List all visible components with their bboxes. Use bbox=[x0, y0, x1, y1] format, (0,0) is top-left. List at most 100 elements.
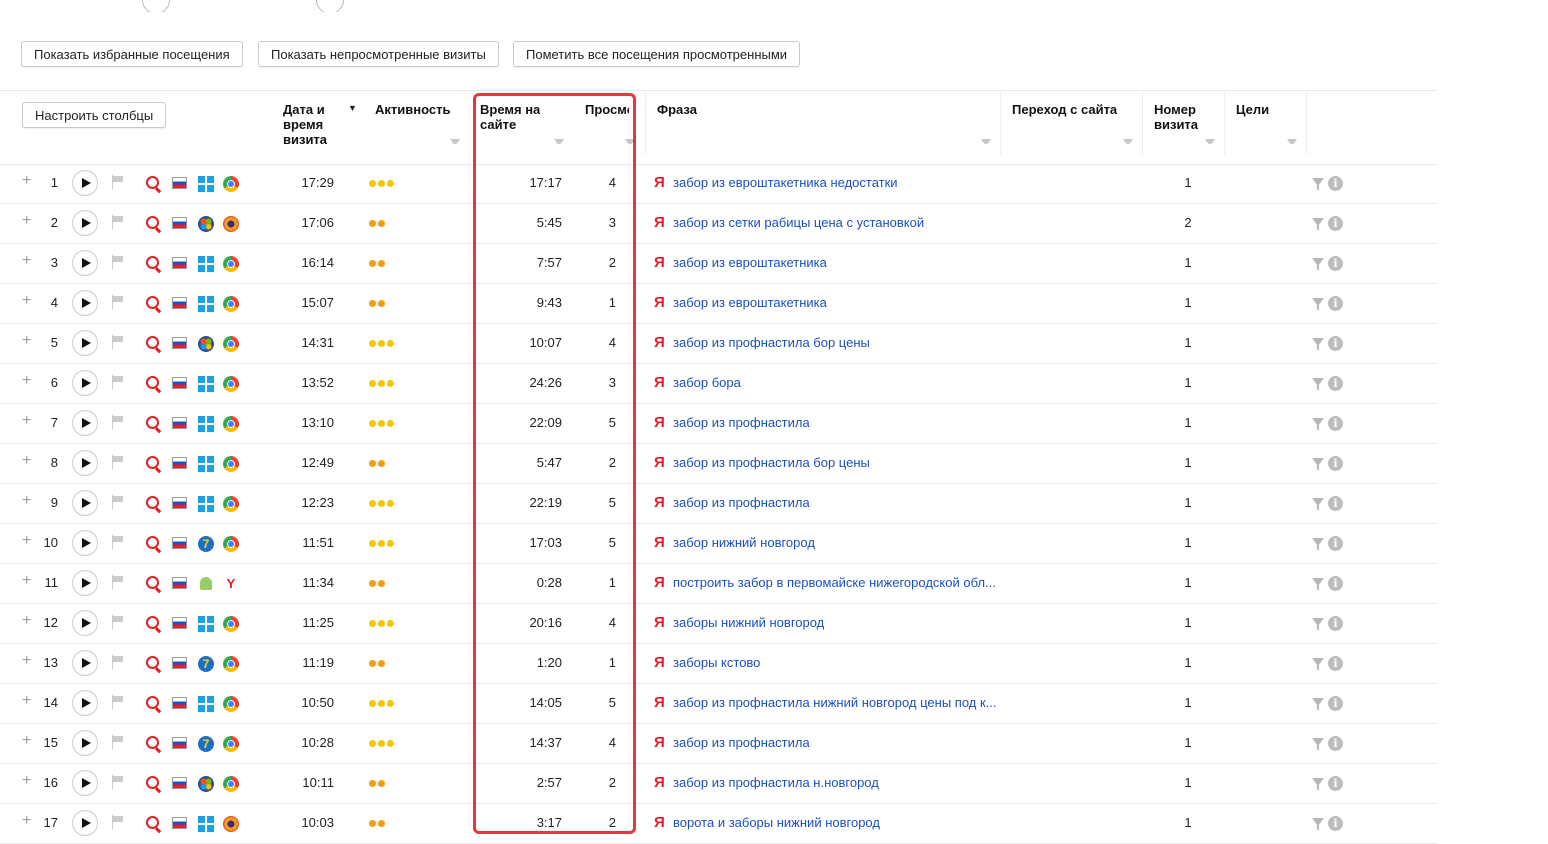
play-icon[interactable] bbox=[72, 410, 98, 436]
play-icon[interactable] bbox=[72, 610, 98, 636]
table-row[interactable]: +15 7 10:28 14:37 4 Язабор из профнастила 1 i bbox=[0, 724, 1437, 764]
play-icon[interactable] bbox=[72, 290, 98, 316]
play-icon[interactable] bbox=[72, 250, 98, 276]
table-row[interactable]: +10 7 11:51 17:03 5 Язабор нижний новгород 1 i bbox=[0, 524, 1437, 564]
row-filter-icon[interactable] bbox=[1312, 618, 1324, 630]
flag-icon[interactable] bbox=[112, 815, 125, 829]
info-icon[interactable]: i bbox=[1328, 696, 1343, 711]
column-header-duration[interactable]: Время на сайте bbox=[480, 102, 540, 132]
show-unviewed-button[interactable]: Показать непросмотренные визиты bbox=[258, 41, 499, 67]
flag-icon[interactable] bbox=[112, 415, 125, 429]
flag-icon[interactable] bbox=[112, 255, 125, 269]
sort-desc-icon[interactable]: ▼ bbox=[348, 103, 357, 113]
table-row[interactable]: +16 10:11 2:57 2 Язабор из профнастила н.нов… bbox=[0, 764, 1437, 804]
row-filter-icon[interactable] bbox=[1312, 458, 1324, 470]
column-header-views[interactable]: Просмотры bbox=[585, 102, 629, 117]
expand-row-icon[interactable]: + bbox=[22, 252, 31, 270]
mark-all-viewed-button[interactable]: Пометить все посещения просмотренными bbox=[513, 41, 801, 67]
search-phrase-link[interactable]: забор из профнастила bbox=[673, 415, 1001, 430]
table-row[interactable]: +14 10:50 14:05 5 Язабор из профнастила нижн… bbox=[0, 684, 1437, 724]
row-filter-icon[interactable] bbox=[1312, 418, 1324, 430]
play-icon[interactable] bbox=[72, 730, 98, 756]
play-icon[interactable] bbox=[72, 570, 98, 596]
column-header-phrase[interactable]: Фраза bbox=[657, 102, 697, 117]
table-row[interactable]: +7 13:10 22:09 5 Язабор из профнастила 1 i bbox=[0, 404, 1437, 444]
expand-row-icon[interactable]: + bbox=[22, 812, 31, 830]
expand-row-icon[interactable]: + bbox=[22, 732, 31, 750]
expand-row-icon[interactable]: + bbox=[22, 412, 31, 430]
expand-row-icon[interactable]: + bbox=[22, 492, 31, 510]
expand-row-icon[interactable]: + bbox=[22, 172, 31, 190]
search-phrase-link[interactable]: забор из профнастила bbox=[673, 495, 1001, 510]
play-icon[interactable] bbox=[72, 370, 98, 396]
info-icon[interactable]: i bbox=[1328, 776, 1343, 791]
search-phrase-link[interactable]: забор из профнастила бор цены bbox=[673, 335, 1001, 350]
info-icon[interactable]: i bbox=[1328, 256, 1343, 271]
row-filter-icon[interactable] bbox=[1312, 298, 1324, 310]
expand-row-icon[interactable]: + bbox=[22, 692, 31, 710]
info-icon[interactable]: i bbox=[1328, 416, 1343, 431]
filter-icon[interactable] bbox=[450, 139, 460, 149]
table-row[interactable]: +4 15:07 9:43 1 Язабор из евроштакетника 1 i bbox=[0, 284, 1437, 324]
filter-icon[interactable] bbox=[1287, 139, 1297, 149]
expand-row-icon[interactable]: + bbox=[22, 532, 31, 550]
expand-row-icon[interactable]: + bbox=[22, 572, 31, 590]
info-icon[interactable]: i bbox=[1328, 376, 1343, 391]
info-icon[interactable]: i bbox=[1328, 656, 1343, 671]
show-favorites-button[interactable]: Показать избранные посещения bbox=[21, 41, 243, 67]
column-header-referrer[interactable]: Переход с сайта bbox=[1012, 102, 1117, 117]
flag-icon[interactable] bbox=[112, 655, 125, 669]
expand-row-icon[interactable]: + bbox=[22, 452, 31, 470]
flag-icon[interactable] bbox=[112, 495, 125, 509]
info-icon[interactable]: i bbox=[1328, 456, 1343, 471]
cut-off-circle-button[interactable] bbox=[142, 0, 170, 12]
filter-icon[interactable] bbox=[981, 139, 991, 149]
flag-icon[interactable] bbox=[112, 455, 125, 469]
table-row[interactable]: +6 13:52 24:26 3 Язабор бора 1 i bbox=[0, 364, 1437, 404]
play-icon[interactable] bbox=[72, 450, 98, 476]
search-phrase-link[interactable]: забор из профнастила нижний новгород цен… bbox=[673, 695, 1001, 710]
search-phrase-link[interactable]: забор из профнастила bbox=[673, 735, 1001, 750]
column-header-goals[interactable]: Цели bbox=[1236, 102, 1269, 117]
row-filter-icon[interactable] bbox=[1312, 578, 1324, 590]
play-icon[interactable] bbox=[72, 170, 98, 196]
table-row[interactable]: +12 11:25 20:16 4 Язаборы нижний новгород 1 i bbox=[0, 604, 1437, 644]
expand-row-icon[interactable]: + bbox=[22, 212, 31, 230]
row-filter-icon[interactable] bbox=[1312, 698, 1324, 710]
flag-icon[interactable] bbox=[112, 575, 125, 589]
row-filter-icon[interactable] bbox=[1312, 338, 1324, 350]
play-icon[interactable] bbox=[72, 530, 98, 556]
search-phrase-link[interactable]: забор бора bbox=[673, 375, 1001, 390]
table-row[interactable]: +9 12:23 22:19 5 Язабор из профнастила 1 i bbox=[0, 484, 1437, 524]
search-phrase-link[interactable]: забор из евроштакетника bbox=[673, 255, 1001, 270]
table-row[interactable]: +2 17:06 5:45 3 Язабор из сетки рабицы цена … bbox=[0, 204, 1437, 244]
table-row[interactable]: +5 14:31 10:07 4 Язабор из профнастила бор ц… bbox=[0, 324, 1437, 364]
expand-row-icon[interactable]: + bbox=[22, 332, 31, 350]
filter-icon[interactable] bbox=[1123, 139, 1133, 149]
flag-icon[interactable] bbox=[112, 695, 125, 709]
search-phrase-link[interactable]: забор нижний новгород bbox=[673, 535, 1001, 550]
info-icon[interactable]: i bbox=[1328, 496, 1343, 511]
flag-icon[interactable] bbox=[112, 175, 125, 189]
row-filter-icon[interactable] bbox=[1312, 218, 1324, 230]
row-filter-icon[interactable] bbox=[1312, 378, 1324, 390]
expand-row-icon[interactable]: + bbox=[22, 612, 31, 630]
expand-row-icon[interactable]: + bbox=[22, 652, 31, 670]
search-phrase-link[interactable]: забор из евроштакетника bbox=[673, 295, 1001, 310]
search-phrase-link[interactable]: ворота и заборы нижний новгород bbox=[673, 815, 1001, 830]
column-header-activity[interactable]: Активность bbox=[375, 102, 450, 117]
table-row[interactable]: +3 16:14 7:57 2 Язабор из евроштакетника 1 i bbox=[0, 244, 1437, 284]
search-phrase-link[interactable]: забор из профнастила бор цены bbox=[673, 455, 1001, 470]
cut-off-circle-button[interactable] bbox=[316, 0, 344, 12]
table-row[interactable]: +13 7 11:19 1:20 1 Язаборы кстово 1 i bbox=[0, 644, 1437, 684]
flag-icon[interactable] bbox=[112, 615, 125, 629]
filter-icon[interactable] bbox=[554, 139, 564, 149]
row-filter-icon[interactable] bbox=[1312, 738, 1324, 750]
info-icon[interactable]: i bbox=[1328, 736, 1343, 751]
search-phrase-link[interactable]: забор из евроштакетника недостатки bbox=[673, 175, 1001, 190]
search-phrase-link[interactable]: заборы нижний новгород bbox=[673, 615, 1001, 630]
table-row[interactable]: +17 10:03 3:17 2 Яворота и заборы нижний нов… bbox=[0, 804, 1437, 844]
expand-row-icon[interactable]: + bbox=[22, 292, 31, 310]
play-icon[interactable] bbox=[72, 330, 98, 356]
info-icon[interactable]: i bbox=[1328, 336, 1343, 351]
